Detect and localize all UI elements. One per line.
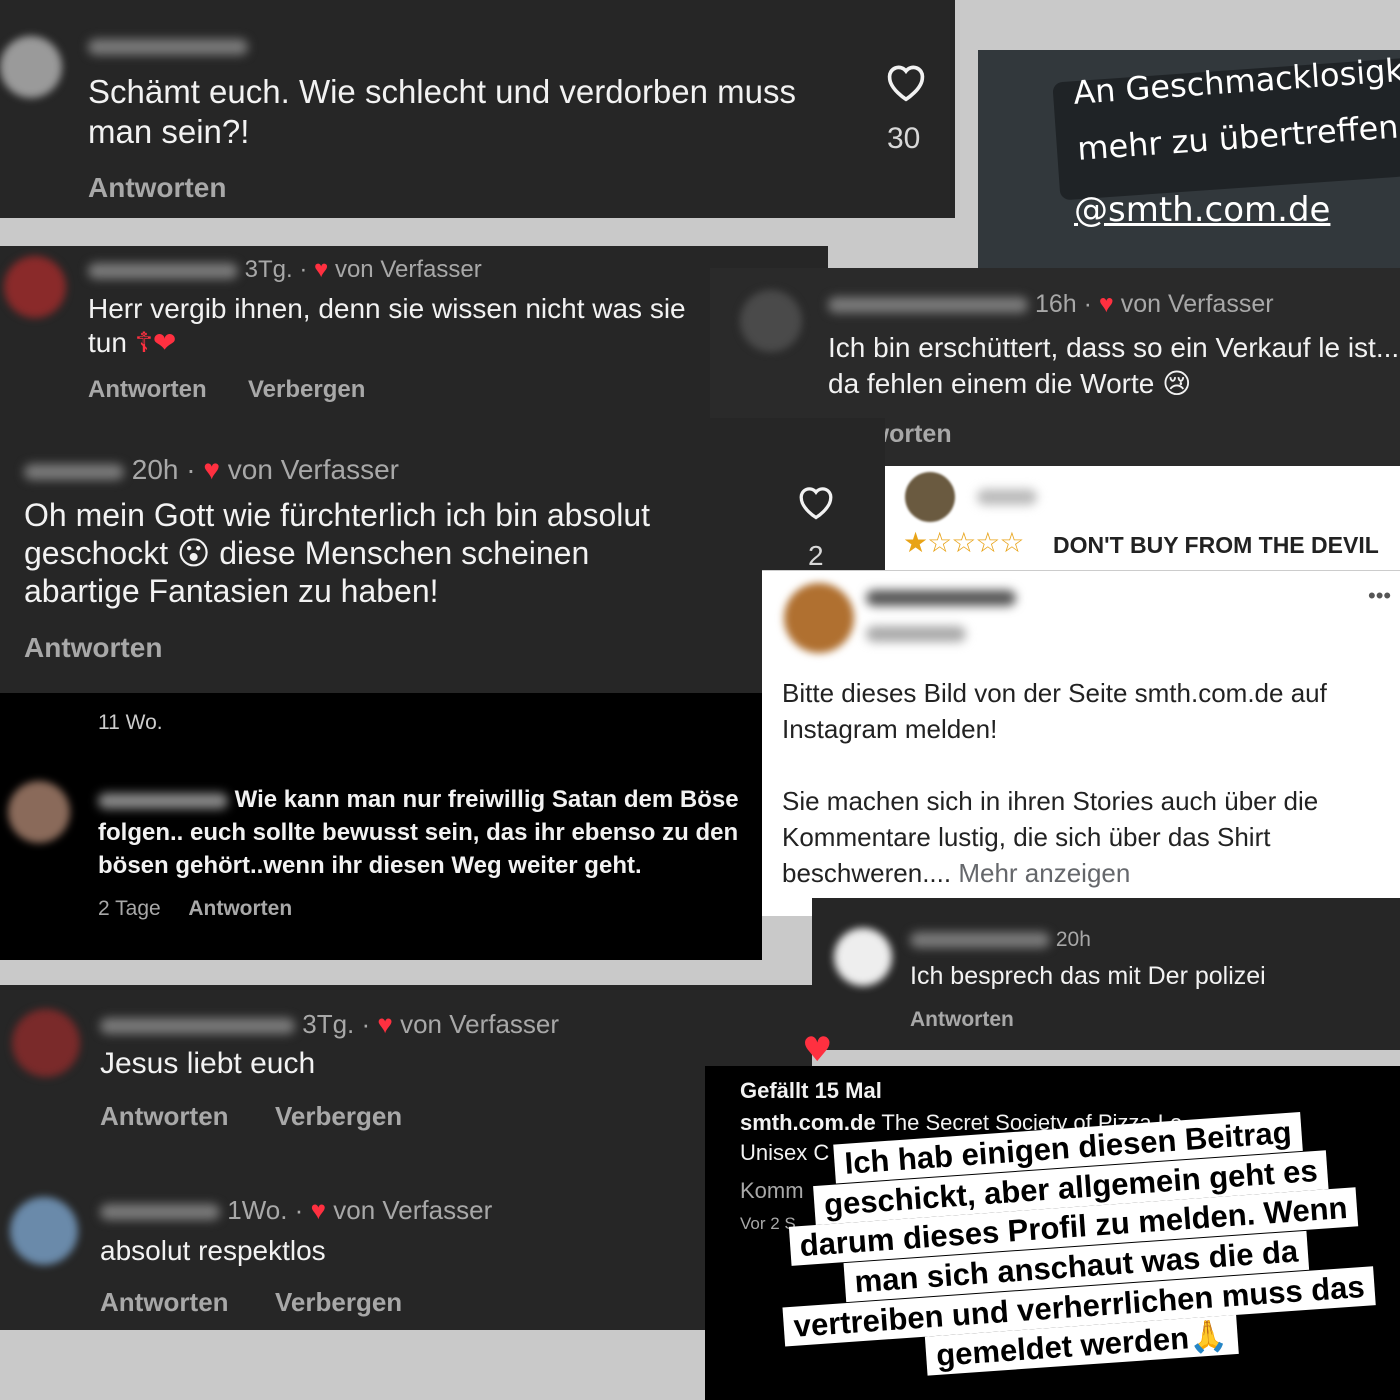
liked-by-author-heart-icon: ♥	[377, 1009, 393, 1039]
hide-button[interactable]: Verbergen	[275, 1101, 402, 1131]
timestamp: 1Wo. ·	[227, 1195, 304, 1225]
liked-by-author-heart-icon: ♥	[310, 1195, 327, 1225]
username-blurred[interactable]	[24, 463, 124, 480]
surprised-emoji-icon: 😮	[176, 534, 211, 572]
username-blurred[interactable]	[100, 1204, 220, 1221]
like-heart-icon[interactable]	[796, 484, 836, 520]
liked-by-author-label: von Verfasser	[1120, 290, 1274, 318]
liked-by-author-label: von Verfasser	[333, 1195, 493, 1225]
post-account-link[interactable]: smth.com.de	[740, 1110, 876, 1135]
comment-card-4: 20h · ♥ von Verfasser Oh mein Gott wie f…	[0, 418, 885, 693]
likes-count: Gefällt 15 Mal	[740, 1078, 882, 1103]
comment-card-2: 3Tg. · ♥ von Verfasser Herr vergib ihnen…	[0, 246, 828, 418]
praying-hands-emoji-icon: 🙏	[1187, 1317, 1229, 1357]
avatar[interactable]	[0, 36, 62, 98]
timestamp: 20h ·	[131, 454, 196, 485]
username-blurred[interactable]	[910, 932, 1050, 949]
story-overlay-text: Ich hab einigen diesen Beitrag geschickt…	[752, 1106, 1397, 1388]
show-more-link[interactable]: Mehr anzeigen	[958, 858, 1130, 888]
comment-text-line-2b: diese Menschen scheinen	[219, 535, 590, 571]
comment-card-6: 20h Ich besprech das mit Der polizei Ant…	[812, 898, 1400, 1050]
hide-button[interactable]: Verbergen	[248, 376, 365, 403]
comment-age: 2 Tage	[98, 897, 161, 920]
comment-text: Schämt euch. Wie schlecht und verdorben …	[88, 73, 797, 150]
username-blurred[interactable]	[98, 792, 228, 809]
avatar[interactable]	[4, 256, 66, 318]
timestamp: 3Tg. ·	[244, 256, 308, 283]
comment-text: Jesus liebt euch	[100, 1047, 316, 1080]
comment-card-1: Schämt euch. Wie schlecht und verdorben …	[0, 0, 955, 218]
username-blurred[interactable]	[977, 488, 1037, 506]
comment-card-7-8: 3Tg. · ♥ von Verfasser Jesus liebt euch …	[0, 985, 812, 1330]
liked-by-author-heart-icon: ♥	[314, 256, 329, 283]
like-count: 30	[887, 122, 921, 155]
avatar[interactable]	[8, 781, 70, 843]
avatar[interactable]	[784, 583, 854, 653]
liked-by-author-label: von Verfasser	[334, 256, 482, 283]
avatar[interactable]	[740, 290, 802, 352]
liked-by-author-label: von Verfasser	[400, 1009, 560, 1039]
avatar[interactable]	[834, 928, 892, 986]
post-text-1: Bitte dieses Bild von der Seite smth.com…	[782, 678, 1327, 744]
crying-emoji-icon: 😢	[1162, 367, 1192, 400]
username-blurred[interactable]	[100, 1018, 295, 1035]
avatar[interactable]	[905, 472, 955, 522]
reply-button[interactable]: Antworten	[24, 632, 162, 664]
timestamp: 11 Wo.	[98, 711, 163, 734]
comment-text-line-2a: geschockt	[24, 535, 169, 571]
like-count: 2	[808, 540, 824, 571]
heart-icon: ♥	[802, 1030, 833, 1070]
cross-heart-emoji-icon: ☦❤	[134, 326, 177, 359]
review-card: ★☆☆☆☆ DON'T BUY FROM THE DEVIL	[885, 466, 1400, 570]
comment-text-line-3: abartige Fantasien zu haben!	[24, 573, 439, 609]
username-blurred[interactable]	[828, 297, 1028, 314]
avatar[interactable]	[12, 1009, 80, 1077]
liked-by-author-label: von Verfasser	[227, 454, 399, 485]
hide-button[interactable]: Verbergen	[275, 1287, 402, 1317]
comment-text: Ich besprech das mit Der polizei	[910, 962, 1266, 990]
comment-text: Ich bin erschüttert, dass so ein Verkauf…	[828, 332, 1400, 399]
reply-button[interactable]: Antworten	[188, 897, 292, 920]
username-blurred[interactable]	[866, 589, 1016, 607]
more-options-icon[interactable]: •••	[1368, 583, 1391, 609]
timestamp: 3Tg. ·	[302, 1009, 371, 1039]
timestamp: 16h ·	[1034, 290, 1092, 318]
reply-button[interactable]: Antworten	[100, 1101, 229, 1131]
story-screenshot-1: An Geschmacklosigkeit n mehr zu übertref…	[978, 50, 1400, 285]
like-heart-icon[interactable]	[884, 62, 928, 102]
liked-by-author-heart-icon: ♥	[1098, 290, 1114, 318]
comment-text-line-1: Oh mein Gott wie fürchterlich ich bin ab…	[24, 497, 651, 533]
username-blurred[interactable]	[88, 262, 238, 279]
review-title: DON'T BUY FROM THE DEVIL	[1053, 532, 1379, 558]
reply-button[interactable]: Antworten	[88, 172, 226, 204]
timestamp-blurred	[866, 625, 966, 643]
comment-text: Herr vergib ihnen, denn sie wissen nicht…	[88, 293, 686, 358]
comment-text: absolut respektlos	[100, 1235, 326, 1266]
avatar[interactable]	[10, 1197, 78, 1265]
liked-by-author-heart-icon: ♥	[203, 454, 221, 485]
story-mention-link[interactable]: @smth.com.de	[1074, 190, 1330, 230]
rating-stars: ★☆☆☆☆	[903, 526, 1025, 559]
comment-card-5: 11 Wo. Wie kann man nur freiwillig Satan…	[0, 693, 762, 960]
facebook-comment-card: ••• Bitte dieses Bild von der Seite smth…	[762, 570, 1400, 916]
reply-button[interactable]: Antworten	[910, 1008, 1014, 1032]
reply-button[interactable]: Antworten	[88, 376, 207, 403]
username-blurred[interactable]	[88, 38, 248, 56]
reply-button[interactable]: Antworten	[100, 1287, 229, 1317]
timestamp: 20h	[1055, 928, 1091, 951]
